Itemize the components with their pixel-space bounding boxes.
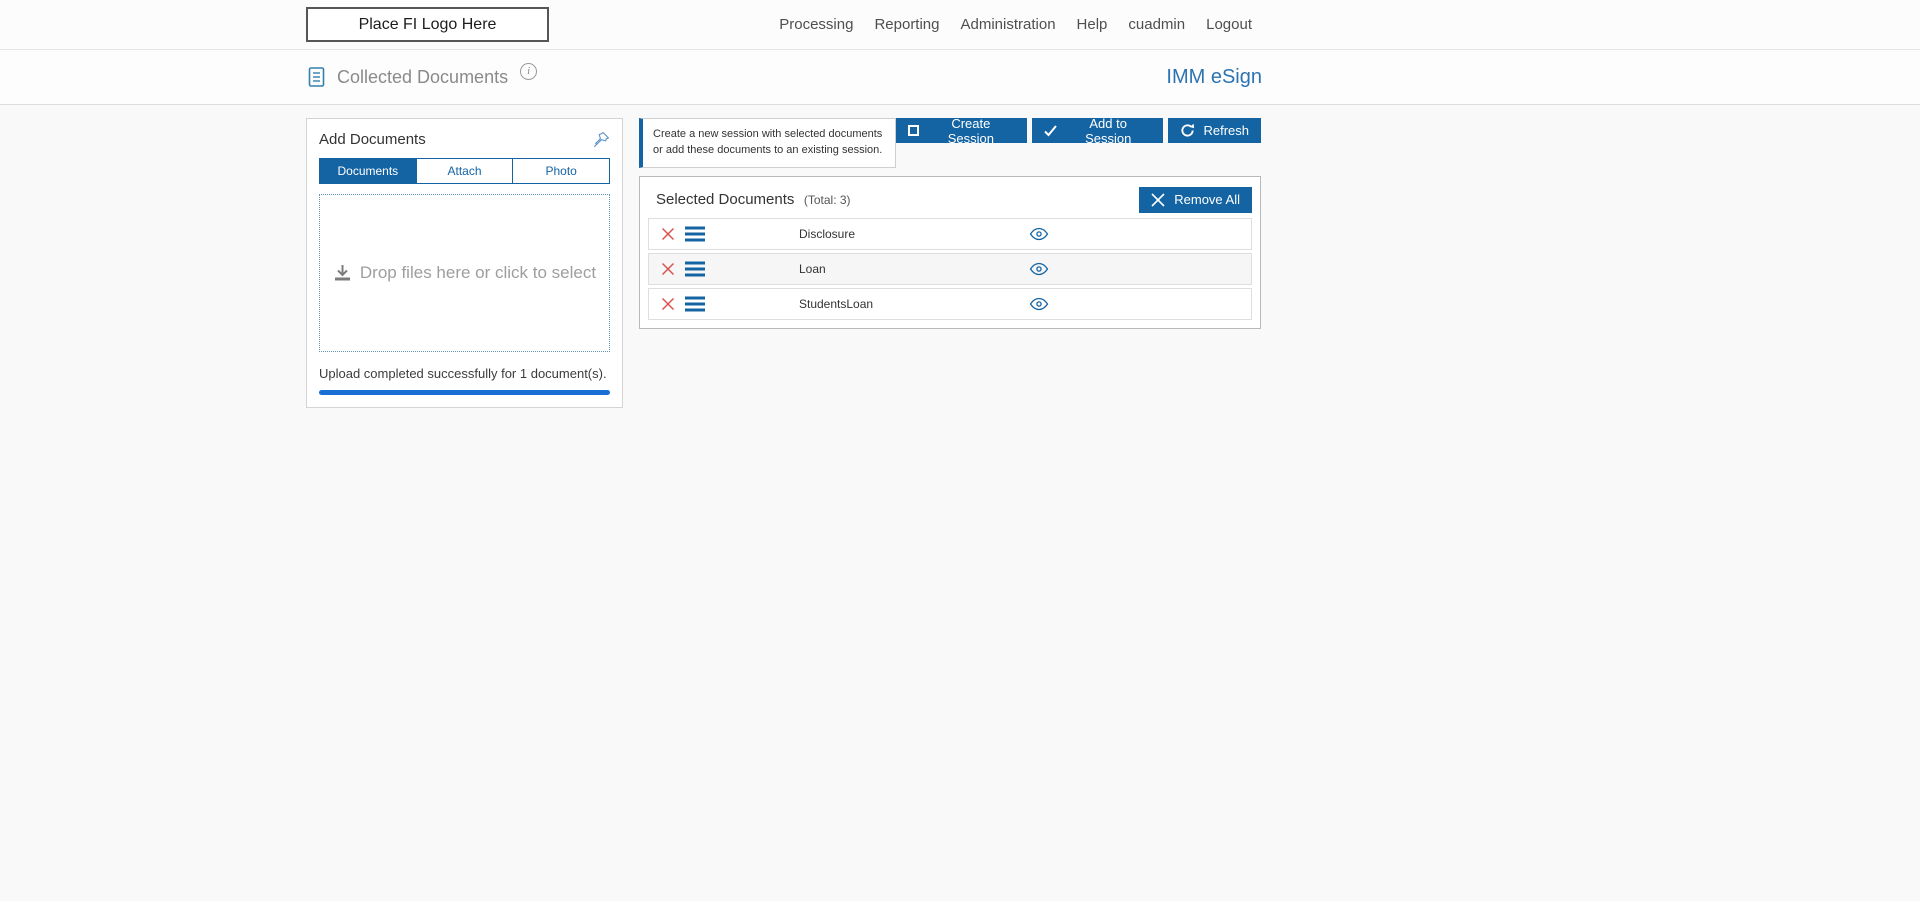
document-row: Loan [648, 252, 1252, 285]
drag-handle-icon[interactable] [685, 223, 705, 244]
remove-all-button[interactable]: Remove All [1139, 186, 1252, 213]
drag-handle-icon[interactable] [685, 293, 705, 314]
pin-icon[interactable] [593, 131, 610, 148]
document-row: StudentsLoan [648, 287, 1252, 320]
main-content: Add Documents Documents Attach Photo Dro… [0, 105, 1920, 901]
page-title: Collected Documents [337, 66, 509, 87]
nav-help[interactable]: Help [1077, 16, 1108, 33]
add-documents-tabs: Documents Attach Photo [319, 158, 610, 184]
brand-imm-esign: IMM eSign [1166, 65, 1262, 88]
remove-all-label: Remove All [1174, 192, 1240, 208]
eye-icon[interactable] [1029, 262, 1049, 276]
delete-x-icon[interactable] [661, 227, 675, 241]
selected-documents-title: Selected Documents [656, 190, 795, 208]
download-icon [333, 264, 352, 282]
session-buttons: Create Session Add to Session Refresh [895, 115, 1261, 146]
delete-x-icon[interactable] [661, 262, 675, 276]
page: Place FI Logo Here Processing Reporting … [0, 0, 1920, 901]
refresh-icon [1180, 123, 1195, 138]
sub-header: Collected Documents i IMM eSign [0, 50, 1920, 105]
document-name: Disclosure [799, 226, 856, 241]
create-session-button[interactable]: Create Session [895, 115, 1027, 146]
document-row: Disclosure [648, 217, 1252, 250]
nav-processing[interactable]: Processing [779, 16, 853, 33]
session-column: Create a new session with selected docum… [639, 115, 1261, 329]
document-list-icon [306, 66, 327, 88]
delete-x-icon[interactable] [661, 297, 675, 311]
add-to-session-label: Add to Session [1085, 115, 1132, 146]
nav-administration[interactable]: Administration [961, 16, 1056, 33]
refresh-label: Refresh [1203, 123, 1249, 138]
add-to-session-button[interactable]: Add to Session [1031, 115, 1164, 146]
upload-progress-bar [319, 390, 610, 395]
tab-attach[interactable]: Attach [417, 159, 514, 183]
info-icon[interactable]: i [520, 62, 538, 80]
eye-icon[interactable] [1029, 297, 1049, 311]
document-name: Loan [799, 261, 826, 276]
square-icon [907, 125, 919, 136]
top-bar: Place FI Logo Here Processing Reporting … [0, 0, 1920, 50]
fi-logo-text: Place FI Logo Here [358, 15, 497, 33]
dropzone-label: Drop files here or click to select [359, 263, 597, 282]
drag-handle-icon[interactable] [685, 258, 705, 279]
selected-documents-total: (Total: 3) [803, 192, 851, 207]
remove-all-x-icon [1151, 193, 1165, 207]
tab-photo[interactable]: Photo [513, 159, 609, 183]
nav-reporting[interactable]: Reporting [874, 16, 939, 33]
nav-logout[interactable]: Logout [1206, 16, 1252, 33]
create-session-label: Create Session [947, 115, 994, 146]
eye-icon[interactable] [1029, 227, 1049, 241]
selected-documents-panel: Selected Documents (Total: 3) Remove All [639, 175, 1261, 329]
upload-status-text: Upload completed successfully for 1 docu… [319, 366, 607, 381]
nav-user-cuadmin[interactable]: cuadmin [1128, 16, 1185, 33]
main-nav: Processing Reporting Administration Help… [779, 16, 1252, 33]
refresh-button[interactable]: Refresh [1168, 118, 1261, 143]
session-info-message: Create a new session with selected docum… [639, 118, 896, 168]
add-documents-title: Add Documents [319, 131, 426, 148]
fi-logo-placeholder: Place FI Logo Here [306, 7, 549, 42]
file-dropzone[interactable]: Drop files here or click to select [319, 194, 610, 352]
check-icon [1044, 124, 1057, 137]
tab-documents[interactable]: Documents [320, 159, 417, 183]
add-documents-panel: Add Documents Documents Attach Photo Dro… [306, 118, 623, 408]
document-name: StudentsLoan [799, 296, 874, 311]
